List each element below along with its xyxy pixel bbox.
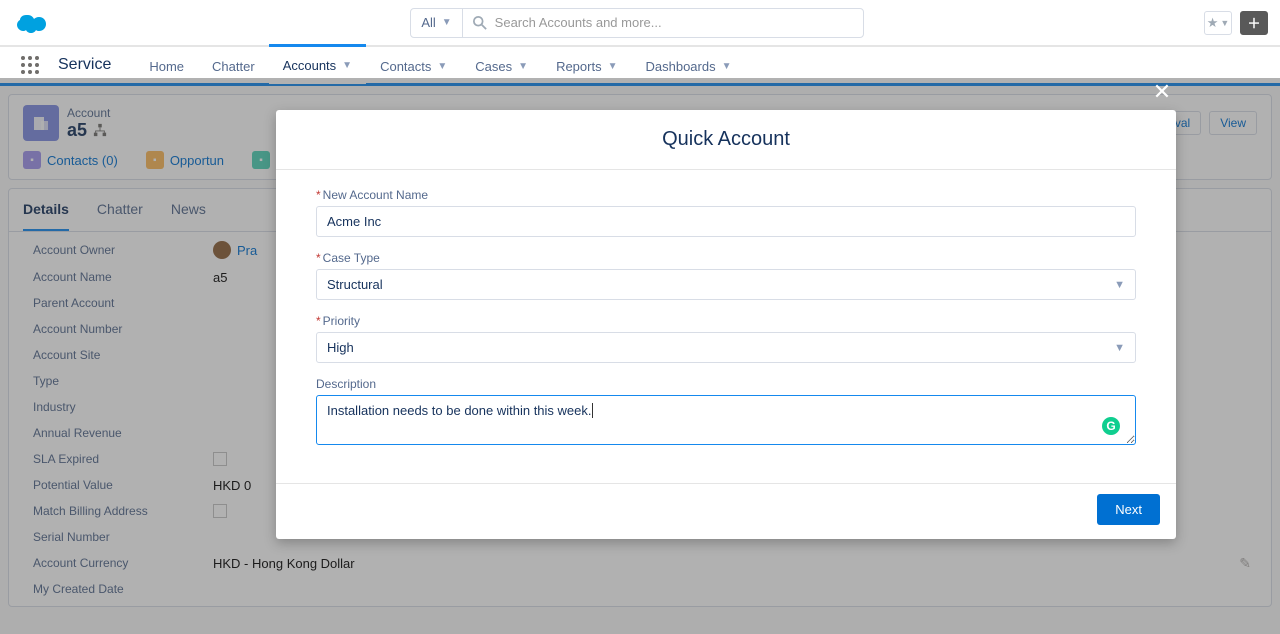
modal-header: Quick Account [276, 110, 1176, 170]
favorite-button[interactable]: ★▼ [1204, 11, 1232, 35]
next-button[interactable]: Next [1097, 494, 1160, 525]
priority-select[interactable]: High ▼ [316, 332, 1136, 363]
salesforce-cloud-logo [12, 9, 52, 37]
chevron-down-icon: ▼ [518, 61, 528, 72]
priority-label: *Priority [316, 314, 1136, 328]
app-launcher-icon[interactable] [20, 55, 40, 75]
chevron-down-icon: ▼ [437, 61, 447, 72]
chevron-down-icon: ▼ [1114, 279, 1125, 291]
global-header: All ▼ Search Accounts and more... ★▼ ＋ [0, 0, 1280, 46]
account-name-input[interactable] [316, 206, 1136, 237]
app-name: Service [58, 56, 111, 74]
chevron-down-icon: ▼ [1220, 18, 1229, 28]
quick-account-modal: Quick Account *New Account Name *Case Ty… [276, 110, 1176, 539]
search-placeholder: Search Accounts and more... [495, 15, 662, 30]
search-input[interactable]: Search Accounts and more... [463, 15, 863, 30]
case-type-select[interactable]: Structural ▼ [316, 269, 1136, 300]
chevron-down-icon: ▼ [608, 61, 618, 72]
chevron-down-icon: ▼ [722, 61, 732, 72]
add-tab-button[interactable]: ＋ [1240, 11, 1268, 35]
chevron-down-icon: ▼ [342, 60, 352, 71]
search-scope-picker[interactable]: All ▼ [411, 9, 462, 37]
case-type-label: *Case Type [316, 251, 1136, 265]
star-icon: ★ [1207, 15, 1219, 31]
chevron-down-icon: ▼ [442, 17, 452, 28]
modal-title: Quick Account [294, 128, 1158, 151]
search-scope-label: All [421, 15, 435, 30]
account-name-label: *New Account Name [316, 188, 1136, 202]
description-textarea[interactable]: Installation needs to be done within thi… [316, 395, 1136, 445]
chevron-down-icon: ▼ [1114, 342, 1125, 354]
global-search: All ▼ Search Accounts and more... [410, 8, 863, 38]
grammarly-icon[interactable]: G [1102, 417, 1120, 435]
search-icon [473, 16, 487, 30]
header-tools: ★▼ ＋ [1204, 11, 1268, 35]
close-icon[interactable]: ✕ [1150, 80, 1174, 104]
description-label: Description [316, 377, 1136, 391]
